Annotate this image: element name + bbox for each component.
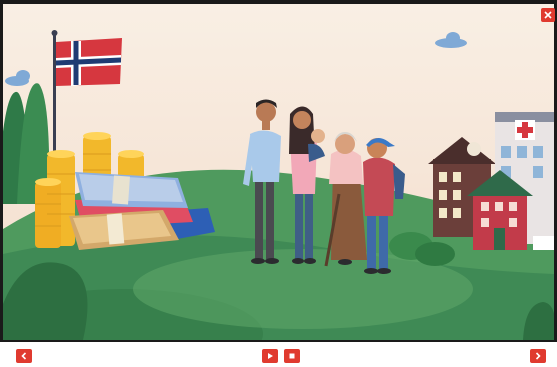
play-button[interactable] <box>262 349 278 363</box>
scene-illustration <box>3 4 554 340</box>
next-button[interactable] <box>530 349 546 363</box>
close-icon <box>544 11 552 19</box>
stop-icon <box>289 353 295 359</box>
close-button[interactable] <box>541 8 555 22</box>
low-wall <box>533 236 554 250</box>
chevron-right-icon <box>535 352 541 360</box>
illustration-scene <box>3 4 554 340</box>
play-icon <box>268 353 273 359</box>
chevron-left-icon <box>21 352 27 360</box>
previous-button[interactable] <box>16 349 32 363</box>
stop-button[interactable] <box>284 349 300 363</box>
